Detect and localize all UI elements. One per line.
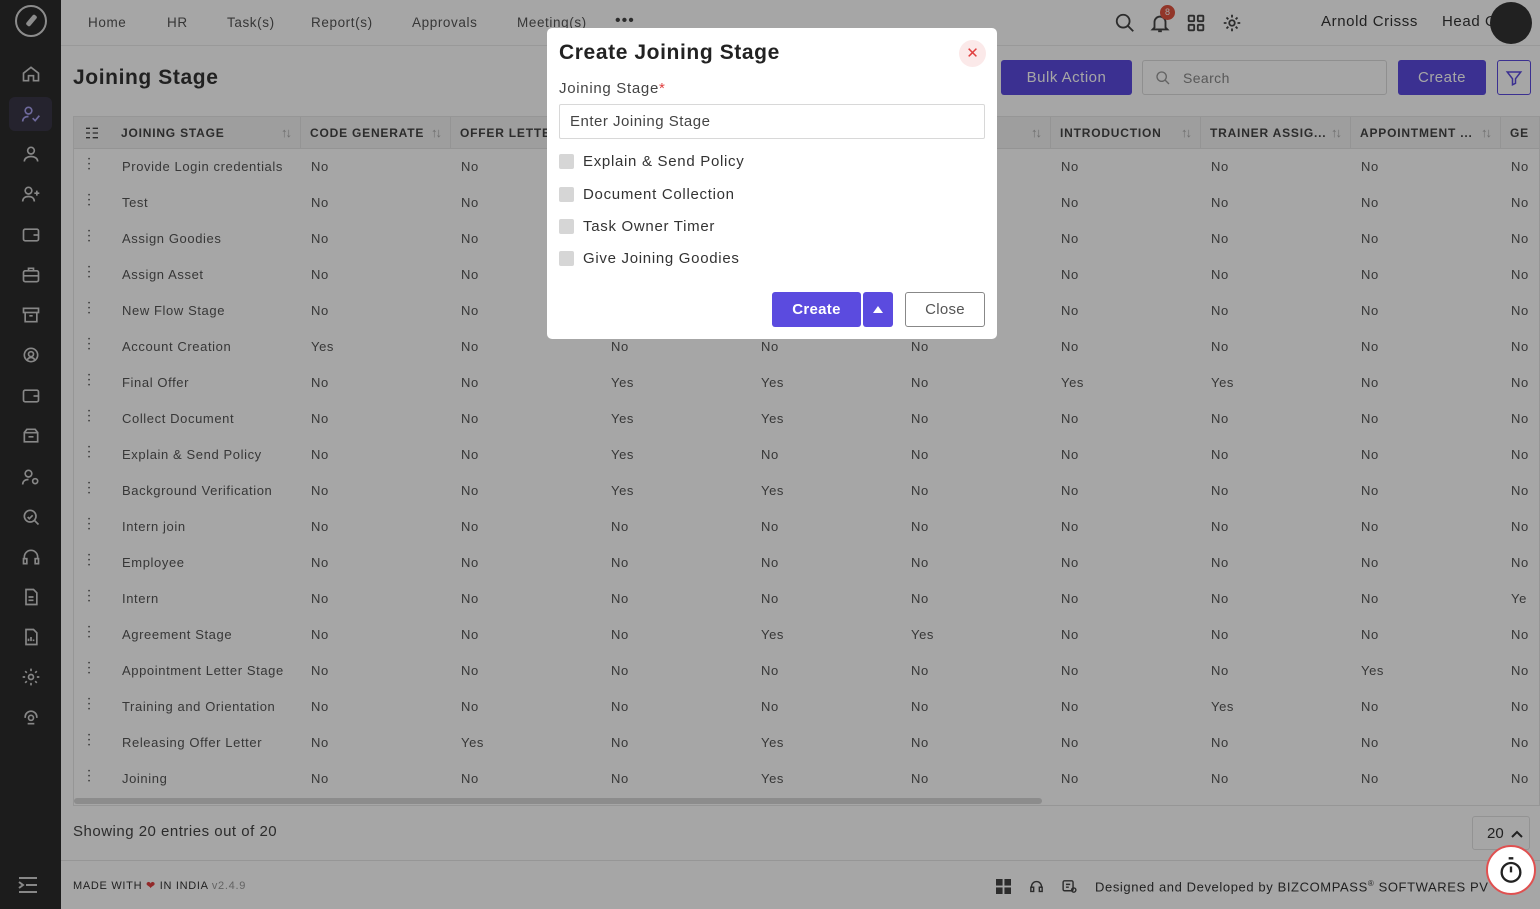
- checkbox-label: Task Owner Timer: [583, 217, 716, 235]
- joining-stage-label-text: Joining Stage: [559, 80, 660, 97]
- task-timer-button[interactable]: [1486, 845, 1536, 895]
- joining-stage-label: Joining Stage*: [559, 80, 666, 97]
- create-joining-stage-modal: Create Joining Stage ✕ Joining Stage* Ex…: [547, 28, 997, 339]
- modal-create-button[interactable]: Create: [772, 292, 861, 327]
- modal-title: Create Joining Stage: [559, 41, 780, 64]
- checkbox-give-joining-goodies[interactable]: Give Joining Goodies: [559, 248, 740, 268]
- joining-stage-input[interactable]: [559, 104, 985, 139]
- close-icon[interactable]: ✕: [959, 40, 986, 67]
- create-options-toggle[interactable]: [863, 292, 893, 327]
- checkbox-box[interactable]: [559, 218, 574, 234]
- caret-up-icon: [873, 306, 883, 313]
- checkbox-explain-send-policy[interactable]: Explain & Send Policy: [559, 151, 744, 171]
- checkbox-label: Explain & Send Policy: [583, 152, 745, 170]
- checkbox-box[interactable]: [559, 250, 574, 266]
- stopwatch-icon: [1500, 857, 1522, 883]
- required-marker: *: [659, 80, 666, 97]
- checkbox-box[interactable]: [559, 153, 574, 169]
- checkbox-label: Give Joining Goodies: [583, 249, 740, 267]
- checkbox-label: Document Collection: [583, 185, 735, 203]
- checkbox-document-collection[interactable]: Document Collection: [559, 184, 735, 204]
- modal-close-button[interactable]: Close: [905, 292, 985, 327]
- checkbox-task-owner-timer[interactable]: Task Owner Timer: [559, 216, 715, 236]
- checkbox-box[interactable]: [559, 186, 574, 202]
